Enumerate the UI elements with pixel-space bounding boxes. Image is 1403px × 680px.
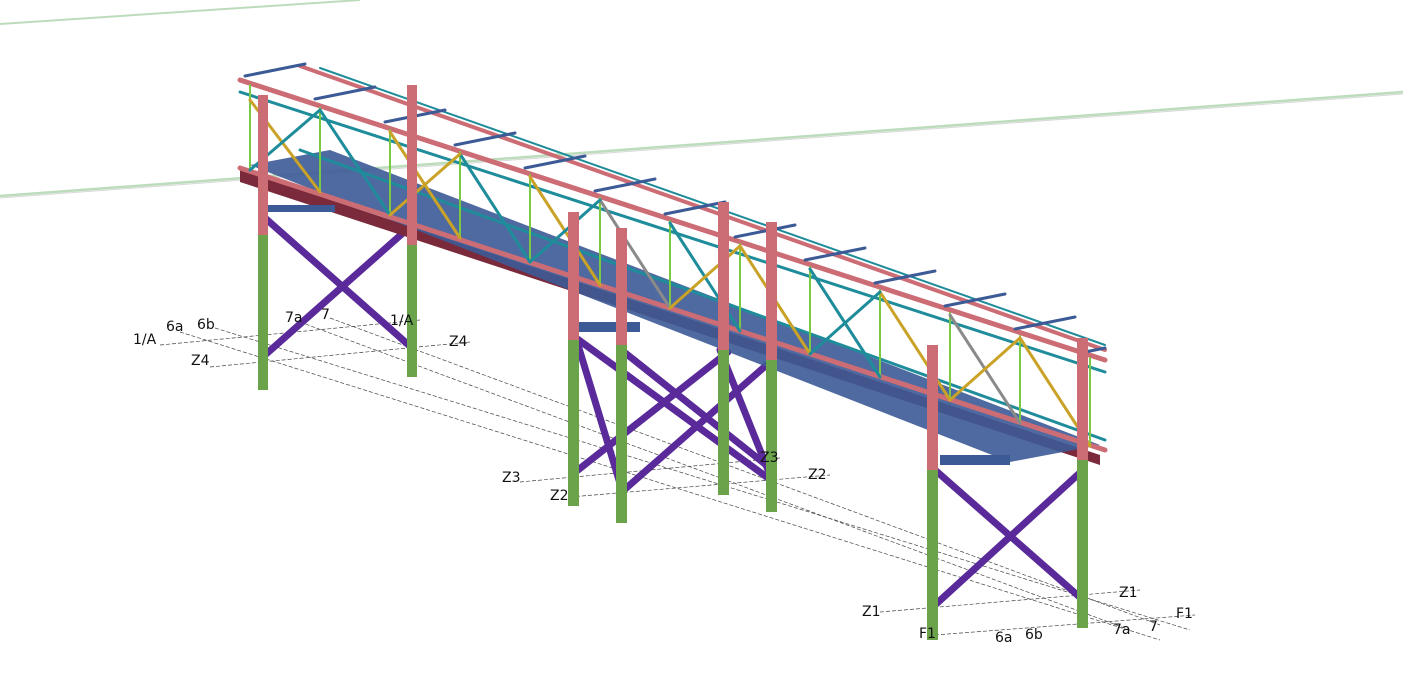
grid-label-z2-left: Z2	[550, 488, 569, 504]
grid-label-f1-left: F1	[919, 626, 936, 642]
horizon-line-main	[0, 90, 1403, 198]
grid-label-f1-right: F1	[1176, 606, 1193, 622]
grid-label-1a-left: 1/A	[133, 332, 157, 348]
grid-label-6b-right: 6b	[1025, 627, 1043, 643]
grid-labels-right: Z1 F1 7a 7 Z1 F1 6a 6b	[862, 585, 1193, 646]
grid-label-z3-left: Z3	[502, 470, 521, 486]
grid-label-7: 7	[321, 307, 330, 323]
grid-label-z4-left: Z4	[191, 353, 210, 369]
grid-label-z3-right: Z3	[760, 450, 779, 466]
grid-label-7-right: 7	[1149, 619, 1158, 635]
grid-label-7a: 7a	[285, 310, 303, 326]
grid-label-z4-right: Z4	[449, 334, 468, 350]
grid-label-z1-left: Z1	[862, 604, 881, 620]
model-viewport[interactable]: 1/A 6a 6b 7a 7 1/A Z4 Z4 Z3 Z3 Z2 Z2 Z1 …	[0, 0, 1403, 680]
grid-label-z2-right: Z2	[808, 467, 827, 483]
grid-label-6b: 6b	[197, 317, 215, 333]
horizon-line-main-dark	[0, 93, 1403, 199]
grid-label-7a-right: 7a	[1113, 622, 1131, 638]
grid-label-1a-right: 1/A	[390, 313, 414, 329]
horizon-line-top	[0, 0, 361, 25]
grid-label-z1-right: Z1	[1119, 585, 1138, 601]
horizon-lines	[0, 0, 1403, 199]
grid-label-6a: 6a	[166, 319, 184, 335]
grid-label-6a-right: 6a	[995, 630, 1013, 646]
grid-labels-left: 1/A 6a 6b 7a 7 1/A Z4 Z4	[133, 307, 468, 369]
